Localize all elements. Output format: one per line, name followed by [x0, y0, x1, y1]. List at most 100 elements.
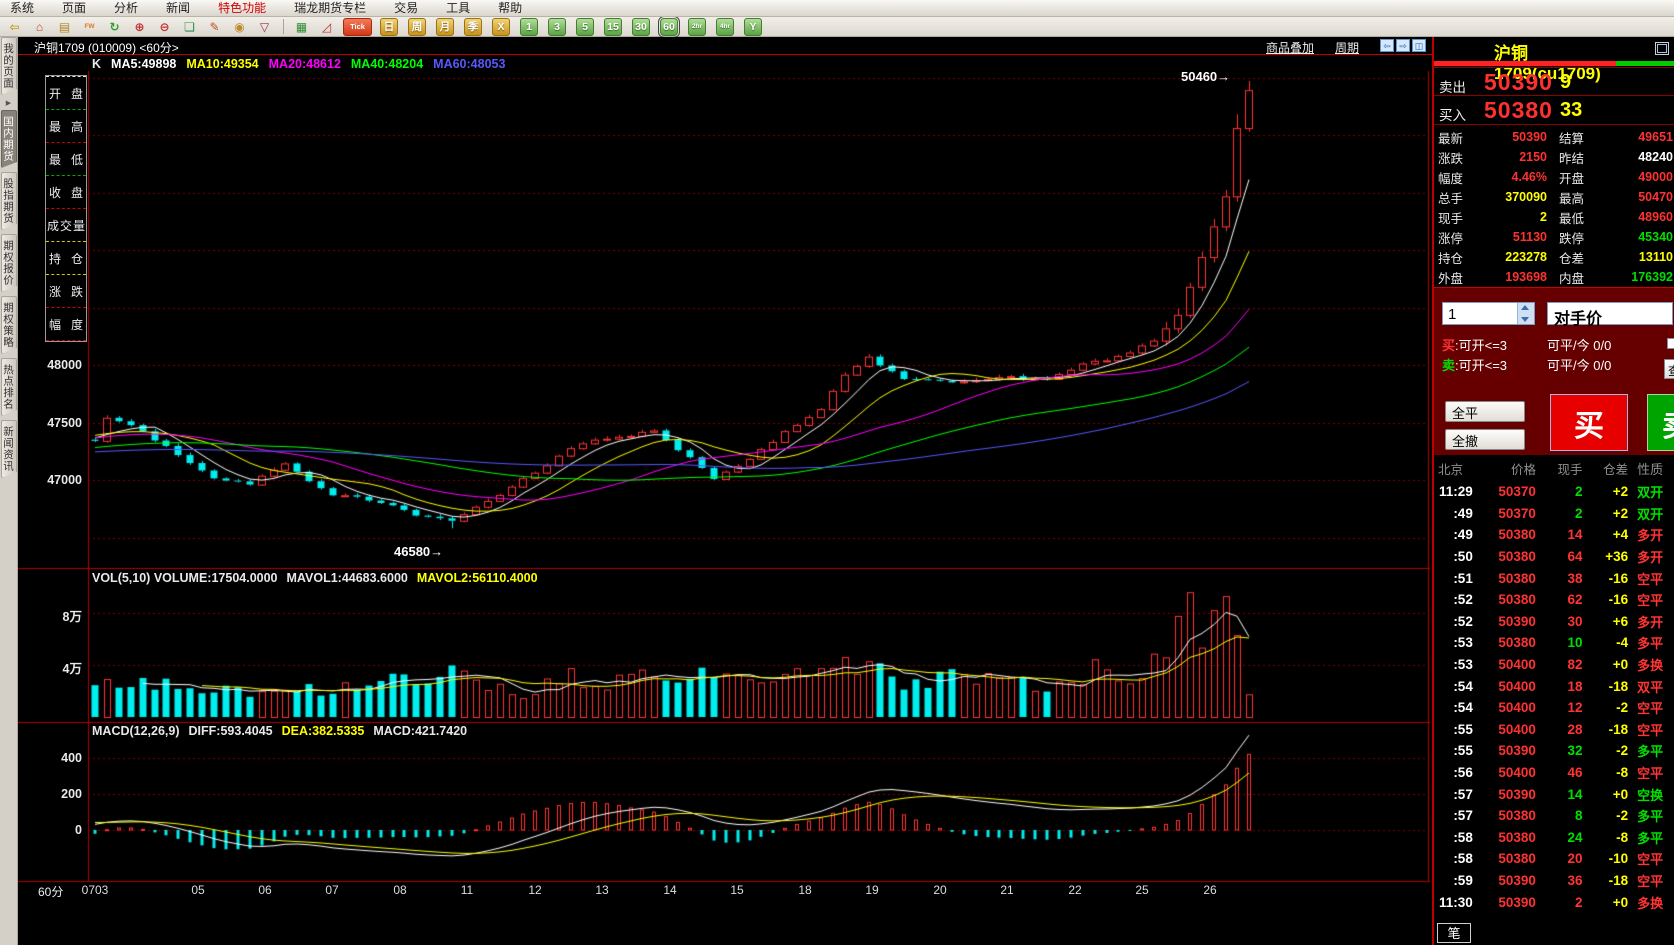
- sidebar-tab-options-quotes[interactable]: 期权报价: [1, 234, 17, 292]
- stat-inner-volume-label: 内盘: [1559, 268, 1605, 287]
- stat-last-value: 50390: [1482, 130, 1547, 144]
- stat-limit-down-label: 跌停: [1559, 228, 1605, 247]
- menu-item-trade[interactable]: 交易: [394, 0, 418, 16]
- period-quarter-button[interactable]: 季: [464, 18, 482, 36]
- tick-row: :505038064+36多开: [1434, 546, 1674, 568]
- tick-oi-change: +2: [1583, 484, 1629, 499]
- bid-qty: 33: [1560, 99, 1582, 122]
- period-1min-button[interactable]: 1: [520, 18, 538, 36]
- tab-expand-arrow-icon[interactable]: ▶: [0, 99, 17, 107]
- spinner[interactable]: [1517, 303, 1534, 324]
- stat-limit-up-value: 51130: [1482, 230, 1547, 244]
- sidebar-tab-stock-index-futures[interactable]: 股指期货: [1, 172, 17, 230]
- draw-line-icon[interactable]: ✎: [206, 18, 223, 35]
- period-tick-button[interactable]: Tick: [343, 18, 372, 36]
- period-month-button[interactable]: 月: [436, 18, 454, 36]
- stat-total-volume-label: 总手: [1438, 188, 1482, 207]
- period-30min-button[interactable]: 30: [632, 18, 650, 36]
- period-day-button[interactable]: 日: [380, 18, 398, 36]
- kline-chart-icon[interactable]: ◿: [318, 18, 335, 35]
- chart-column: 沪铜1709 (010009) <60分> 商品叠加 周期 ⇦⇨◫ KMA5:4…: [18, 37, 1432, 945]
- stat-oi-change-label: 仓差: [1559, 248, 1605, 267]
- period-4hr-button[interactable]: 4hr: [716, 18, 734, 36]
- menu-item-news[interactable]: 新闻: [166, 0, 190, 16]
- zoom-in-icon[interactable]: ⊕: [131, 18, 148, 35]
- menu-item-features[interactable]: 特色功能: [218, 0, 266, 16]
- price-mode-field[interactable]: 对手价: [1547, 302, 1673, 325]
- period-5min-button[interactable]: 5: [576, 18, 594, 36]
- spinner-up-icon[interactable]: [1521, 305, 1529, 310]
- stat-high-label: 最高: [1559, 188, 1605, 207]
- menu-item-analysis[interactable]: 分析: [114, 0, 138, 16]
- period-custom-button[interactable]: X: [492, 18, 510, 36]
- menu-item-page[interactable]: 页面: [62, 0, 86, 16]
- period-15min-button[interactable]: 15: [604, 18, 622, 36]
- toolbar-separator: [283, 19, 284, 34]
- back-icon[interactable]: ⇦: [6, 18, 23, 35]
- sidebar-tab-my-pages[interactable]: 我的页面: [1, 37, 17, 95]
- query-button[interactable]: 查: [1664, 359, 1674, 379]
- menu-item-help[interactable]: 帮助: [498, 0, 522, 16]
- tick-row: 11:29503702+2双开: [1434, 481, 1674, 503]
- tick-oi-change: +0: [1583, 895, 1629, 910]
- stat-row: 涨跌2150昨结48240: [1434, 147, 1674, 167]
- pane-split-icon[interactable]: ◫: [1412, 39, 1426, 52]
- spinner-down-icon[interactable]: [1521, 317, 1529, 322]
- fw-info-icon[interactable]: FW: [81, 18, 98, 35]
- quantity-stepper[interactable]: 1: [1442, 302, 1535, 325]
- pane-next-icon[interactable]: ⇨: [1396, 39, 1410, 52]
- bid-price: 50380: [1484, 97, 1553, 124]
- overlay-windows-icon[interactable]: ❏: [181, 18, 198, 35]
- cancel-all-button[interactable]: 全撤: [1445, 429, 1525, 450]
- filter-funnel-icon[interactable]: ▽: [256, 18, 273, 35]
- price-chart-canvas[interactable]: [18, 55, 1430, 945]
- symbol-overlay-link[interactable]: 商品叠加: [1266, 39, 1314, 56]
- tick-type: 多换: [1637, 655, 1674, 674]
- order-checkbox[interactable]: [1667, 338, 1674, 349]
- sidebar-tab-domestic-futures[interactable]: 国内期货: [1, 110, 17, 168]
- tick-row: :565040046-8空平: [1434, 762, 1674, 784]
- period-60min-button[interactable]: 60: [660, 18, 678, 36]
- pane-prev-icon[interactable]: ⇦: [1380, 39, 1394, 52]
- menu-item-tools[interactable]: 工具: [446, 0, 470, 16]
- stat-low-value: 48960: [1605, 210, 1673, 224]
- stat-row: 外盘193698内盘176392: [1434, 267, 1674, 287]
- home-icon[interactable]: ⌂: [31, 18, 48, 35]
- tick-time: :57: [1434, 808, 1473, 823]
- sidebar-tab-news-info[interactable]: 新闻资讯: [1, 420, 17, 478]
- tick-time: :50: [1434, 549, 1473, 564]
- period-week-button[interactable]: 周: [408, 18, 426, 36]
- refresh-icon[interactable]: ↻: [106, 18, 123, 35]
- close-all-button[interactable]: 全平: [1445, 401, 1525, 422]
- zoom-out-icon[interactable]: ⊖: [156, 18, 173, 35]
- stat-row: 幅度4.46%开盘49000: [1434, 167, 1674, 187]
- sidebar-tab-options-strategy[interactable]: 期权策略: [1, 296, 17, 354]
- period-3min-button[interactable]: 3: [548, 18, 566, 36]
- tick-row: :535038010-4多平: [1434, 632, 1674, 654]
- tick-price: 50400: [1473, 679, 1536, 694]
- buy-button[interactable]: 买: [1550, 394, 1628, 451]
- quote-table-icon[interactable]: ▦: [293, 18, 310, 35]
- alert-bell-icon[interactable]: ◉: [231, 18, 248, 35]
- sidebar-tab-hot-ranking[interactable]: 热点排名: [1, 358, 17, 416]
- tick-price: 50370: [1473, 506, 1536, 521]
- tick-type: 多开: [1637, 547, 1674, 566]
- ask-label: 卖出: [1439, 76, 1466, 96]
- menu-item-system[interactable]: 系统: [10, 0, 34, 16]
- bid-row[interactable]: 买入 50380 33: [1434, 96, 1674, 125]
- tick-type: 双平: [1637, 677, 1674, 696]
- menu-item-broker-column[interactable]: 瑞龙期货专栏: [294, 0, 366, 16]
- period-year-button[interactable]: Y: [744, 18, 762, 36]
- sell-button[interactable]: 卖: [1647, 394, 1674, 451]
- period-link[interactable]: 周期: [1335, 39, 1359, 56]
- tick-oi-change: -8: [1583, 830, 1629, 845]
- news-list-icon[interactable]: ▤: [56, 18, 73, 35]
- stat-open-interest-label: 持仓: [1438, 248, 1482, 267]
- ratio-green-segment: [1616, 61, 1674, 66]
- tick-type: 空平: [1637, 590, 1674, 609]
- tab-tick-detail[interactable]: 笔: [1437, 923, 1471, 943]
- tick-oi-change: -18: [1583, 679, 1629, 694]
- maximize-icon[interactable]: [1655, 42, 1669, 55]
- period-2hr-button[interactable]: 2hr: [688, 18, 706, 36]
- ask-row[interactable]: 卖出 50390 9: [1434, 67, 1674, 96]
